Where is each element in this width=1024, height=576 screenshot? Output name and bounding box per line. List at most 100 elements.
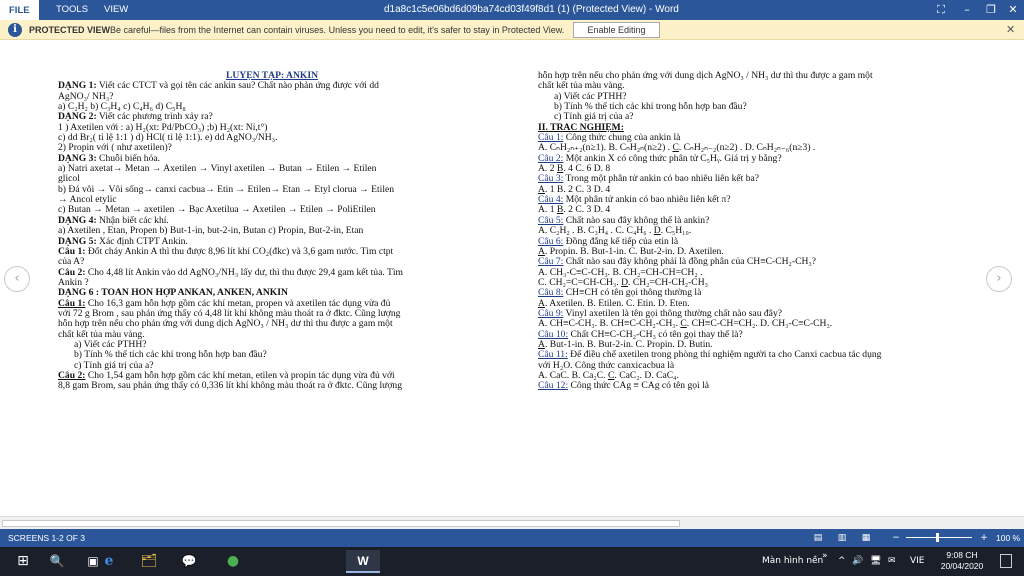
clock-time: 9:08 CH (946, 550, 978, 560)
document-line: a) Axetilen , Etan, Propen b) But-1-in, … (58, 226, 364, 237)
document-line: Câu 1: Đốt cháy Ankin A thì thu được 8,9… (58, 246, 394, 257)
menu-file[interactable]: FILE (0, 0, 39, 20)
notification-icon[interactable] (1000, 554, 1012, 568)
clock[interactable]: 9:08 CH 20/04/2020 (938, 550, 986, 572)
document-line: a) Viết các PTHH? (74, 339, 147, 350)
document-line: DẠNG 2: Viết các phương trình xảy ra? (58, 112, 213, 123)
document-line: c) dd Br₂( tỉ lệ 1:1 ) d) HCl( tỉ lệ 1:1… (58, 133, 278, 144)
document-line: c) Tính giá trị của a? (74, 360, 154, 371)
clock-date: 20/04/2020 (940, 561, 984, 571)
document-line: A. Axetilen. B. Etilen. C. Etin. D. Eten… (538, 298, 690, 309)
document-line: A. But-1-in. B. But-2-in. C. Propin. D. … (538, 339, 713, 350)
document-line: DẠNG 5: Xác định CTPT Ankin. (58, 236, 188, 247)
start-icon[interactable]: ⊞ (6, 550, 40, 573)
chat-app-icon[interactable]: 💬 (172, 550, 206, 573)
document-line: LUYỆN TẬP: ANKIN (225, 71, 319, 81)
document-line: Câu 2: Cho 1,54 gam hỗn hợp gồm các khí … (58, 370, 395, 381)
document-line: Câu 6: Đồng đẳng kế tiếp của etin là (538, 236, 679, 247)
document-line: Câu 10: Chất CH≡C-CH₂-CH₃ có tên gọi tha… (538, 329, 743, 340)
document-line: chất kết tủa màu vàng. (58, 329, 145, 340)
document-line: Câu 2: Một ankin X có công thức phân tử … (538, 153, 782, 164)
document-line: Câu 5: Chất nào sau đây không thể là ank… (538, 215, 710, 226)
tray-overflow-icon[interactable]: ^ (838, 556, 846, 566)
document-line: Câu 8: CH≡CH có tên gọi thông thường là (538, 288, 702, 299)
zoom-in-icon[interactable]: + (978, 532, 990, 544)
chrome-browser-icon[interactable]: ● (216, 550, 250, 573)
close-icon[interactable]: ✕ (1000, 2, 1024, 18)
document-line: DẠNG 3: Chuỗi biến hóa. (58, 153, 161, 164)
document-line: c) Tính giá trị của a? (554, 112, 634, 123)
document-line: c) Butan → Metan → axetilen → Bạc Axetil… (58, 205, 376, 216)
document-line: A. 2 B. 4 C. 6 D. 8 (538, 164, 611, 175)
zoom-slider-thumb[interactable] (936, 533, 940, 542)
document-line: a) C₂H₂ b) C₃H₄ c) C₄H₆ d) C₅H₈ (58, 102, 186, 113)
document-line: A. Propin. B. But-1-in. C. But-2-in. D. … (538, 246, 724, 257)
document-line: AgNO₃/ NH₃? (58, 91, 114, 102)
file-explorer-icon[interactable]: 🗂 (132, 550, 166, 573)
document-line: a) Natri axetat→ Metan → Axetilen → Viny… (58, 164, 377, 175)
scrollbar-thumb[interactable] (2, 520, 680, 527)
fullscreen-icon[interactable]: ⛶ (928, 2, 954, 18)
previous-screen-icon[interactable]: ‹ (4, 266, 30, 292)
document-line: A. 1 B. 2 C. 3 D. 4 (538, 184, 611, 195)
document-line: DẠNG 6 : TOÁN HỖN HỢP ANKAN, ANKEN, ANKI… (58, 288, 288, 299)
print-layout-icon[interactable]: ▥ (836, 532, 848, 544)
reading-area[interactable]: LUYỆN TẬP: ANKIN DẠNG 1: Viết các CTCT và… (0, 41, 1024, 516)
volume-icon[interactable]: 🔊 (852, 556, 863, 566)
desktop-label[interactable]: Màn hình nền (762, 556, 823, 566)
page-column-left: LUYỆN TẬP: ANKIN DẠNG 1: Viết các CTCT và… (58, 71, 486, 392)
document-line: a) Viết các PTHH? (554, 91, 627, 102)
document-line: Câu 3: Trong một phân tử ankin có bao nh… (538, 174, 760, 185)
close-bar-icon[interactable]: ✕ (1006, 23, 1015, 36)
document-line: với 72 g Brom , sau phản ứng thấy có 4,4… (58, 308, 401, 319)
minimize-icon[interactable]: – (954, 2, 980, 18)
windows-taskbar: ⊞ 🔍 ▣ e 🗂 💬 ● W Màn hình nền » ^ 🔊 🖥 ✉ V… (0, 547, 1024, 576)
document-line: C. CH₂=C=CH-CH₃. D. CH₂=CH-CH₂-CH₃ (538, 277, 708, 288)
read-mode-icon[interactable]: ▤ (812, 532, 824, 544)
document-line: Câu 11: Để điều chế axetilen trong phòng… (538, 350, 882, 361)
web-layout-icon[interactable]: ▦ (860, 532, 872, 544)
document-line: II. TRẮC NGHIỆM: (538, 122, 624, 133)
document-line: Ankin ? (58, 277, 89, 288)
document-line: với H₂O. Công thức canxicacbua là (538, 360, 675, 371)
zoom-level[interactable]: 100 % (996, 533, 1020, 543)
search-icon[interactable]: 🔍 (40, 550, 74, 573)
protected-view-message: Be careful—files from the Internet can c… (110, 25, 565, 35)
page-column-right: hỗn hợp trên nếu cho phản ứng với dung d… (538, 71, 958, 392)
word-app-icon[interactable]: W (346, 550, 380, 573)
enable-editing-button[interactable]: Enable Editing (573, 22, 660, 38)
status-bar: SCREENS 1-2 OF 3 ▤ ▥ ▦ − + 100 % (0, 529, 1024, 547)
document-title: d1a8c1c5e06bd6d09ba74cd03f49f8d1 (1) (Pr… (384, 4, 679, 15)
document-line: Câu 7: Chất nào sau đây không phải là đồ… (538, 257, 817, 268)
document-line: 1 ) Axetilen với : a) H₂(xt: Pd/PbCO₃) ;… (58, 122, 268, 133)
zoom-out-icon[interactable]: − (890, 532, 902, 544)
document-line: b) Tính % thể tích các khí trong hỗn hợp… (74, 350, 267, 361)
edge-browser-icon[interactable]: e (92, 550, 126, 573)
document-line: Câu 1: Cho 16,3 gam hỗn hợp gồm các khí … (58, 298, 391, 309)
menu-view[interactable]: VIEW (104, 4, 128, 15)
document-line: của A? (58, 257, 85, 268)
language-indicator[interactable]: VIE (910, 556, 925, 566)
document-line: b) Đá vôi → Vôi sống→ canxi cacbua→ Etin… (58, 184, 395, 195)
document-line: A. CH₃-C≡C-CH₃. B. CH₂=CH-CH=CH₂ . (538, 267, 703, 278)
info-icon: i (8, 23, 22, 37)
protected-view-title: PROTECTED VIEW (29, 25, 111, 35)
document-line: 2) Propin với ( như axetilen)? (58, 143, 172, 154)
protected-view-bar: i PROTECTED VIEW Be careful—files from t… (0, 20, 1024, 40)
horizontal-scrollbar[interactable] (0, 516, 1024, 529)
document-line: → Ancol etylic (58, 195, 117, 206)
menu-tools[interactable]: TOOLS (56, 4, 88, 15)
network-icon[interactable]: 🖥 (870, 556, 881, 566)
document-line: A. CH≡C-CH₃. B. CH≡C-CH₂-CH₃. C. CH≡C-CH… (538, 319, 833, 330)
document-line: Câu 2: Cho 4,48 lít Ankin vào dd AgNO₃/N… (58, 267, 403, 278)
document-line: chất kết tủa màu vàng. (538, 81, 625, 92)
screens-indicator: SCREENS 1-2 OF 3 (8, 533, 85, 543)
document-line: Câu 1: Công thức chung của ankin là (538, 133, 681, 144)
next-screen-icon[interactable]: › (986, 266, 1012, 292)
message-icon[interactable]: ✉ (888, 556, 896, 566)
document-line: A. 1 B. 2 C. 3 D. 4 (538, 205, 611, 216)
document-line: glicol (58, 174, 80, 185)
toolbar-expand-icon[interactable]: » (822, 551, 828, 561)
document-line: DẠNG 4: Nhận biết các khí. (58, 215, 169, 226)
document-line: DẠNG 1: Viết các CTCT và gọi tên các ank… (58, 81, 379, 92)
